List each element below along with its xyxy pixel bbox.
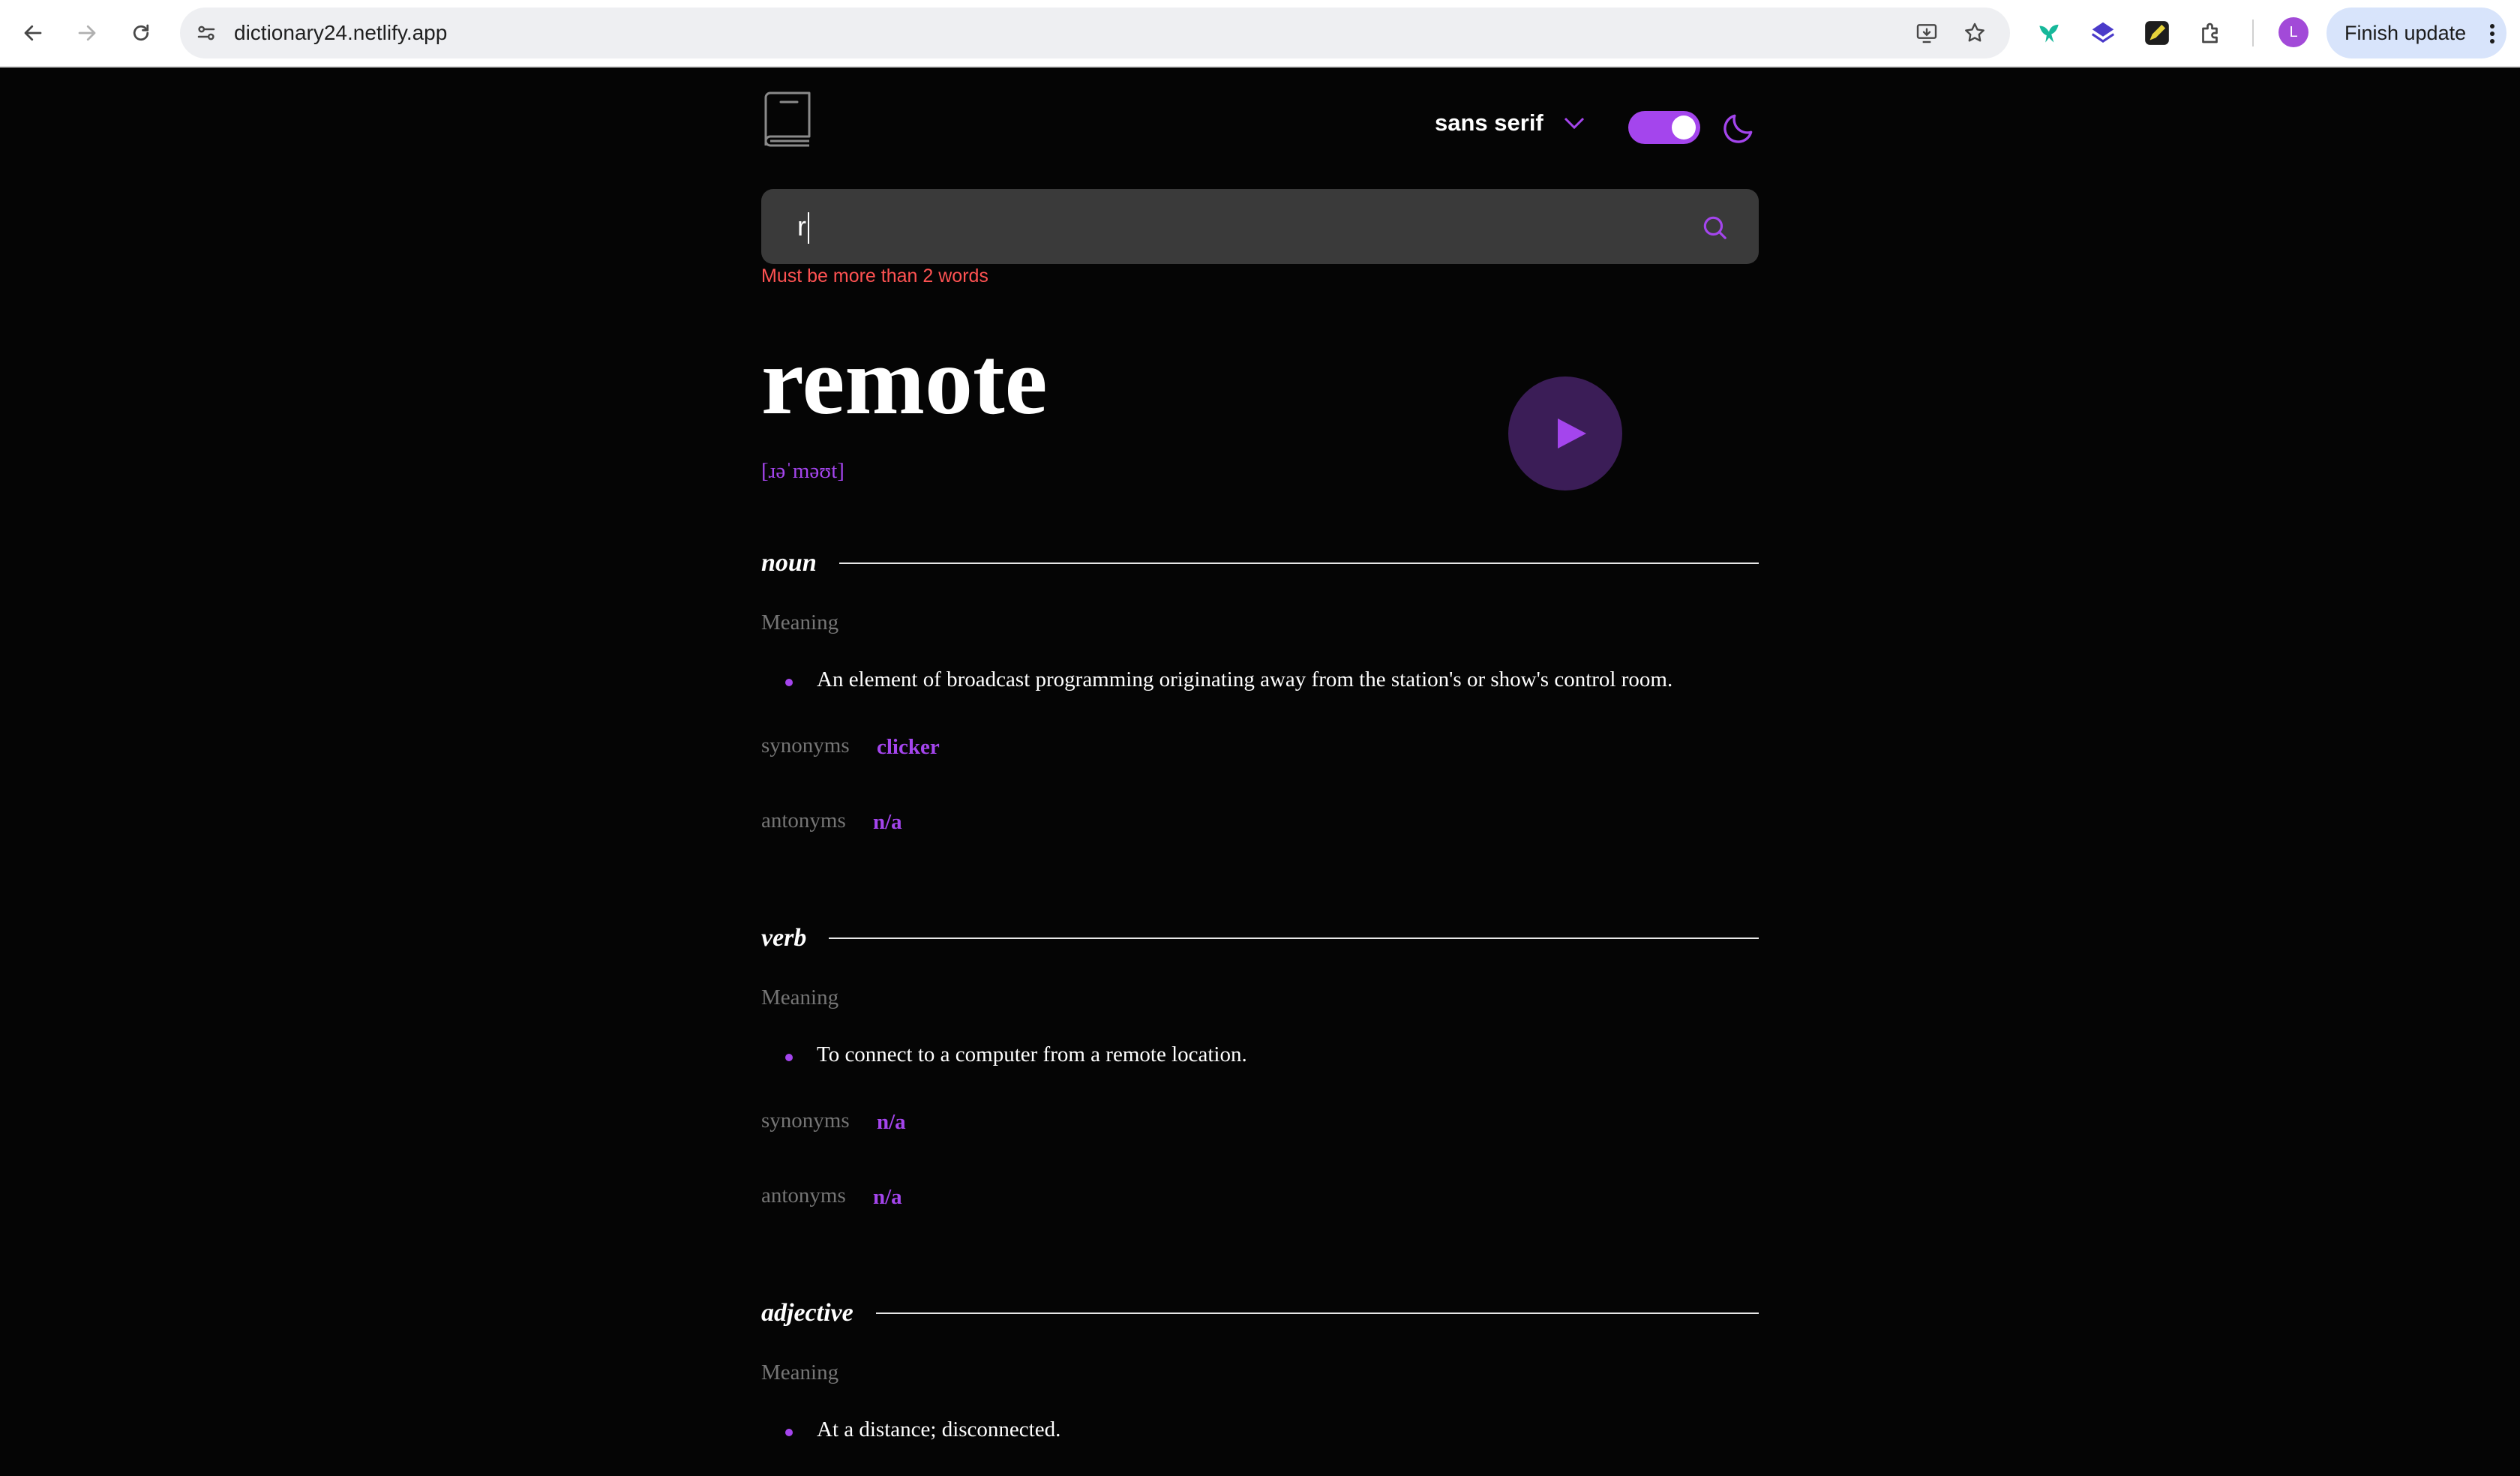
part-of-speech-row: adjective	[761, 1294, 1759, 1332]
meaning-heading: Meaning	[761, 986, 839, 1010]
section-divider	[875, 1312, 1759, 1314]
extension-bird-icon[interactable]	[2032, 16, 2066, 50]
search-query-text: r	[797, 211, 806, 242]
forward-button[interactable]	[68, 14, 106, 52]
bookmark-star-icon[interactable]	[1962, 20, 1988, 46]
url-text: dictionary24.netlify.app	[234, 21, 448, 44]
extension-layers-icon[interactable]	[2086, 16, 2120, 50]
finish-update-label: Finish update	[2344, 22, 2467, 44]
search-error-message: Must be more than 2 words	[761, 266, 988, 286]
synonyms-label: synonyms	[761, 1108, 850, 1132]
antonym-value: n/a	[873, 1185, 902, 1209]
part-of-speech-label: noun	[761, 549, 817, 577]
browser-toolbar: dictionary24.netlify.app L Finish update	[0, 0, 2520, 68]
search-icon[interactable]	[1700, 213, 1729, 242]
extension-pen-icon[interactable]	[2140, 16, 2174, 50]
part-of-speech-row: noun	[761, 544, 1759, 582]
extensions-puzzle-icon[interactable]	[2194, 16, 2228, 50]
address-bar[interactable]: dictionary24.netlify.app	[180, 8, 2010, 58]
synonym-link[interactable]: clicker	[877, 735, 940, 760]
section-divider	[829, 938, 1759, 939]
section-divider	[838, 562, 1759, 564]
phonetic-text: [ɹəˈməʊt]	[761, 459, 844, 483]
definition-text: At a distance; disconnected.	[817, 1418, 1061, 1442]
part-of-speech-row: verb	[761, 920, 1759, 957]
book-logo-icon[interactable]	[761, 92, 814, 152]
reload-button[interactable]	[122, 14, 160, 52]
chevron-down-icon	[1564, 117, 1584, 130]
reload-icon	[133, 24, 149, 41]
moon-icon	[1724, 114, 1753, 143]
antonyms-label: antonyms	[761, 1184, 846, 1208]
antonym-value: n/a	[873, 810, 902, 834]
theme-toggle-knob	[1672, 116, 1696, 140]
play-pronunciation-button[interactable]	[1508, 376, 1622, 490]
bullet-icon	[785, 1429, 793, 1436]
search-bar[interactable]: r	[761, 189, 1759, 264]
synonym-value: n/a	[877, 1110, 906, 1134]
definition-text: To connect to a computer from a remote l…	[817, 1042, 1247, 1066]
bullet-icon	[785, 679, 793, 686]
back-button[interactable]	[14, 14, 52, 52]
definition-text: An element of broadcast programming orig…	[817, 668, 1673, 692]
meaning-heading: Meaning	[761, 610, 839, 634]
profile-avatar[interactable]: L	[2278, 17, 2308, 47]
font-selector[interactable]: sans serif	[1435, 108, 1586, 138]
part-of-speech-label: verb	[761, 924, 807, 952]
text-caret	[808, 212, 809, 244]
more-menu-icon[interactable]	[2490, 24, 2494, 44]
toolbar-divider	[2252, 20, 2254, 46]
part-of-speech-label: adjective	[761, 1299, 854, 1327]
install-app-icon[interactable]	[1914, 20, 1940, 46]
antonyms-label: antonyms	[761, 808, 846, 832]
site-info-icon[interactable]	[194, 20, 219, 46]
finish-update-button[interactable]: Finish update	[2326, 8, 2506, 58]
theme-toggle[interactable]	[1628, 111, 1700, 144]
search-input[interactable]: r	[797, 189, 809, 264]
play-icon	[1558, 418, 1586, 448]
bullet-icon	[785, 1054, 793, 1061]
synonyms-label: synonyms	[761, 734, 850, 758]
meaning-heading: Meaning	[761, 1360, 839, 1384]
font-selector-label: sans serif	[1435, 110, 1544, 136]
back-arrow-icon	[24, 25, 42, 41]
forward-arrow-icon	[78, 25, 96, 41]
headword: remote	[761, 328, 1048, 434]
